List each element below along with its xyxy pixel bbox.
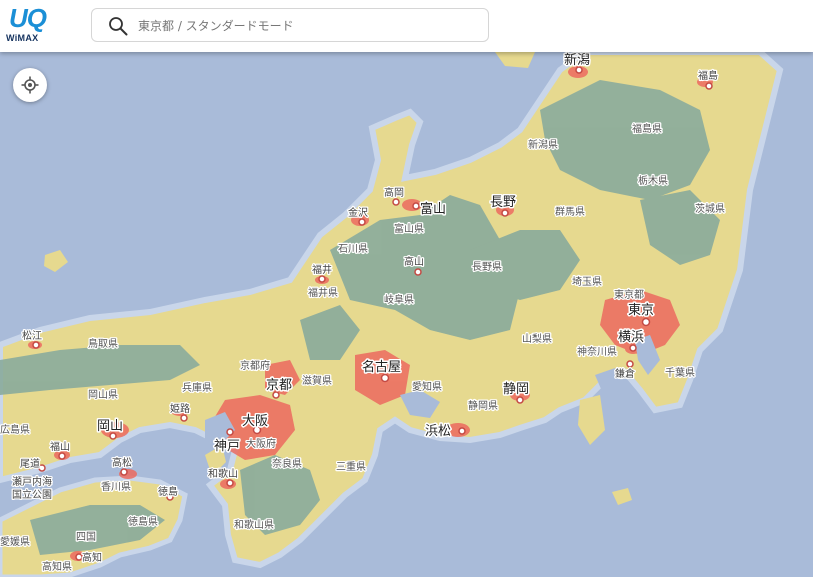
park-label-line1: 瀬戸内海 xyxy=(12,475,52,488)
city-label: 高山 xyxy=(404,255,424,268)
city-label: 岡山 xyxy=(97,419,123,434)
pref-label: 福島県 xyxy=(632,122,662,135)
pref-label: 愛知県 xyxy=(412,380,442,393)
coverage-map[interactable]: 東京 横浜 名古屋 大阪 京都 神戸 静岡 浜松 岡山 富山 長野 新潟 金沢 … xyxy=(0,0,813,577)
park-label-line2: 国立公園 xyxy=(12,488,52,501)
header-bar: UQ WiMAX xyxy=(0,0,813,52)
city-label: 横浜 xyxy=(618,330,644,345)
pref-label: 富山県 xyxy=(394,222,424,235)
pref-label: 栃木県 xyxy=(638,174,668,187)
pref-label: 岡山県 xyxy=(88,389,118,401)
pref-label: 滋賀県 xyxy=(302,374,332,387)
pref-label: 埼玉県 xyxy=(572,275,602,288)
pref-label: 東京都 xyxy=(614,288,644,301)
search-input[interactable] xyxy=(136,9,480,43)
pref-label: 石川県 xyxy=(338,243,368,255)
pref-label: 静岡県 xyxy=(468,399,498,412)
city-label: 大阪 xyxy=(242,414,268,429)
pref-label: 福井県 xyxy=(308,286,338,299)
pref-label: 新潟県 xyxy=(528,138,558,151)
search-icon[interactable] xyxy=(108,16,128,36)
pref-label: 山梨県 xyxy=(522,332,552,345)
city-label: 富山 xyxy=(420,201,446,217)
city-label: 和歌山 xyxy=(208,467,238,480)
pref-label: 広島県 xyxy=(0,423,30,436)
city-label: 高岡 xyxy=(384,186,404,199)
city-label: 東京 xyxy=(628,302,654,318)
city-label: 神戸 xyxy=(214,439,240,454)
city-label: 静岡 xyxy=(503,382,529,397)
city-label: 金沢 xyxy=(348,206,368,219)
crosshair-icon xyxy=(21,76,39,94)
city-label: 浜松 xyxy=(425,424,451,439)
pref-label: 高知県 xyxy=(42,560,72,573)
city-label: 福山 xyxy=(50,440,70,453)
pref-label: 徳島県 xyxy=(128,515,158,528)
pref-label: 茨城県 xyxy=(695,202,725,215)
pref-label: 長野県 xyxy=(472,261,502,273)
city-label: 高松 xyxy=(112,456,132,469)
city-label: 福島 xyxy=(698,69,718,82)
pref-label: 三重県 xyxy=(336,460,366,473)
city-label: 京都 xyxy=(266,378,292,393)
search-box[interactable] xyxy=(91,8,489,43)
pref-label: 大阪府 xyxy=(246,437,276,450)
locate-button[interactable] xyxy=(13,68,47,102)
pref-label: 千葉県 xyxy=(665,366,695,379)
city-label: 鎌倉 xyxy=(615,367,635,380)
pref-label: 和歌山県 xyxy=(234,518,274,531)
city-label: 高知 xyxy=(82,551,102,564)
city-label: 名古屋 xyxy=(362,359,401,375)
pref-label: 愛媛県 xyxy=(0,535,30,548)
city-label: 徳島 xyxy=(158,485,178,498)
pref-label: 兵庫県 xyxy=(182,381,212,394)
region-label: 四国 xyxy=(76,531,96,543)
city-label: 新潟 xyxy=(564,52,590,68)
uq-wimax-logo[interactable]: UQ WiMAX xyxy=(6,3,58,46)
pref-label: 群馬県 xyxy=(555,205,585,218)
city-label: 松江 xyxy=(22,329,42,342)
city-label: 尾道 xyxy=(20,457,40,470)
pref-label: 神奈川県 xyxy=(577,345,617,358)
city-label: 長野 xyxy=(490,195,516,210)
logo-wimax-text: WiMAX xyxy=(6,33,39,43)
pref-label: 奈良県 xyxy=(272,457,302,470)
pref-label: 岐阜県 xyxy=(384,293,414,306)
logo-uq-text: UQ xyxy=(9,3,47,33)
pref-label: 香川県 xyxy=(101,481,131,493)
pref-label: 鳥取県 xyxy=(88,337,118,350)
city-label: 姫路 xyxy=(170,402,190,415)
pref-label: 京都府 xyxy=(240,359,270,372)
city-label: 福井 xyxy=(312,263,332,276)
